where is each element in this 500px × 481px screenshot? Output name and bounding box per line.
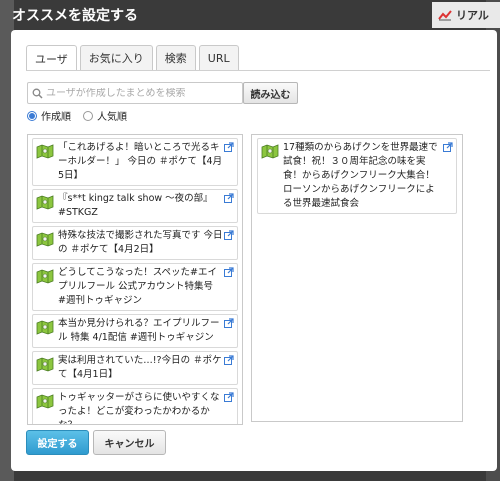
tab-favorites[interactable]: お気に入り bbox=[79, 45, 153, 70]
modal-title: オススメを設定する bbox=[12, 8, 138, 24]
tab-user[interactable]: ユーザ bbox=[26, 45, 77, 71]
list-item[interactable]: 「これあげるよ！暗いところで光るキーホルダー！」 今日の ＃ポケて【4月5日】 bbox=[32, 138, 238, 186]
list-item[interactable]: 実は利用されていた…!?今日の ＃ポケて【4月1日】 bbox=[32, 351, 238, 385]
list-item[interactable]: 17種類のからあげクンを世界最速で試食！祝！３０周年記念の味を実食！からあげクン… bbox=[257, 138, 457, 214]
list-item-title[interactable]: 特殊な技法で撮影された写真です 今日の ＃ポケて【4月2日】 bbox=[58, 230, 223, 255]
map-icon bbox=[36, 195, 54, 210]
search-input[interactable] bbox=[46, 87, 236, 99]
list-item[interactable]: 本当か見分けられる？エイプリルフール 特集 4/1配信 #週刊トゥギャジン bbox=[32, 314, 238, 348]
map-icon bbox=[36, 357, 54, 372]
map-icon bbox=[36, 144, 54, 159]
external-link-icon[interactable] bbox=[443, 142, 453, 152]
list-item-title[interactable]: 実は利用されていた…!?今日の ＃ポケて【4月1日】 bbox=[58, 355, 222, 380]
list-item-title[interactable]: どうしてこうなった！スペッた#エイプリルフール 公式アカウント特集号 #週刊トゥ… bbox=[58, 267, 217, 306]
modal-panel: ユーザ お気に入り 検索 URL 読み込む 作成順 人気順 bbox=[11, 30, 497, 471]
map-icon bbox=[36, 269, 54, 284]
external-link-icon[interactable] bbox=[224, 193, 234, 203]
tab-url[interactable]: URL bbox=[198, 45, 239, 70]
external-link-icon[interactable] bbox=[224, 318, 234, 328]
map-icon bbox=[36, 320, 54, 335]
confirm-button[interactable]: 設定する bbox=[26, 430, 89, 455]
list-item[interactable]: 『s**t kingz talk show 〜夜の部』#STKGZ bbox=[32, 189, 238, 223]
list-item-title[interactable]: トゥギャッターがさらに使いやすくなったよ！どこが変わったかわかるかな？ bbox=[58, 392, 220, 424]
list-item-title[interactable]: 17種類のからあげクンを世界最速で試食！祝！３０周年記念の味を実食！からあげクン… bbox=[283, 142, 438, 209]
map-icon bbox=[36, 232, 54, 247]
map-icon bbox=[36, 394, 54, 409]
external-link-icon[interactable] bbox=[224, 392, 234, 402]
sort-popular-radio[interactable] bbox=[83, 110, 93, 121]
cancel-button[interactable]: キャンセル bbox=[93, 430, 166, 455]
map-icon bbox=[261, 144, 279, 159]
list-item[interactable]: どうしてこうなった！スペッた#エイプリルフール 公式アカウント特集号 #週刊トゥ… bbox=[32, 263, 238, 311]
selected-list[interactable]: 17種類のからあげクンを世界最速で試食！祝！３０周年記念の味を実食！からあげクン… bbox=[251, 134, 463, 422]
search-field[interactable] bbox=[27, 82, 243, 104]
list-item-title[interactable]: 『s**t kingz talk show 〜夜の部』#STKGZ bbox=[58, 193, 213, 218]
external-link-icon[interactable] bbox=[224, 230, 234, 240]
external-link-icon[interactable] bbox=[224, 355, 234, 365]
list-item[interactable]: トゥギャッターがさらに使いやすくなったよ！どこが変わったかわかるかな？ bbox=[32, 388, 238, 424]
sort-popular-label[interactable]: 人気順 bbox=[97, 108, 127, 123]
external-link-icon[interactable] bbox=[224, 267, 234, 277]
search-icon bbox=[32, 88, 43, 99]
list-item[interactable]: 特殊な技法で撮影された写真です 今日の ＃ポケて【4月2日】 bbox=[32, 226, 238, 260]
tab-search[interactable]: 検索 bbox=[155, 45, 196, 70]
sort-created-radio[interactable] bbox=[27, 110, 37, 121]
list-item-title[interactable]: 本当か見分けられる？エイプリルフール 特集 4/1配信 #週刊トゥギャジン bbox=[58, 318, 220, 343]
external-link-icon[interactable] bbox=[224, 142, 234, 152]
source-tabs: ユーザ お気に入り 検索 URL bbox=[26, 45, 239, 71]
load-button[interactable]: 読み込む bbox=[243, 82, 298, 104]
recommend-modal: オススメを設定する ユーザ お気に入り 検索 URL 読み込む 作成順 人気順 bbox=[6, 0, 497, 471]
sort-options: 作成順 人気順 bbox=[27, 108, 127, 123]
list-item-title[interactable]: 「これあげるよ！暗いところで光るキーホルダー！」 今日の ＃ポケて【4月5日】 bbox=[58, 142, 222, 181]
sort-created-label[interactable]: 作成順 bbox=[41, 108, 71, 123]
candidate-list[interactable]: 「これあげるよ！暗いところで光るキーホルダー！」 今日の ＃ポケて【4月5日】 … bbox=[27, 134, 243, 425]
tab-divider bbox=[26, 70, 490, 71]
